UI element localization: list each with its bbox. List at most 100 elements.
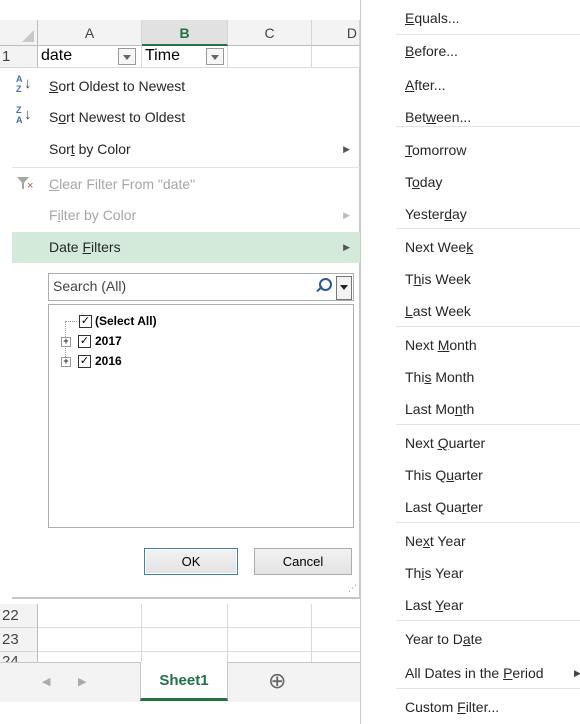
date-filter-last-week[interactable]: Last Week [392, 295, 580, 327]
cell-b1[interactable]: Time [142, 46, 228, 68]
select-all-corner[interactable] [0, 20, 38, 46]
search-input[interactable]: Search (All) [53, 278, 126, 294]
sort-descending-icon: Z A ↓ [16, 105, 32, 125]
date-filter-next-month[interactable]: Next Month [392, 329, 580, 361]
menu-separator [396, 228, 580, 229]
menu-separator [396, 34, 580, 35]
search-icon[interactable] [315, 278, 332, 294]
date-filter-label: Last Month [405, 401, 475, 417]
date-filter-between[interactable]: Between... [392, 101, 580, 133]
date-filter-label: This Year [405, 565, 464, 581]
column-header-a[interactable]: A [38, 20, 142, 46]
date-filter-last-month[interactable]: Last Month [392, 393, 580, 425]
date-filter-year-to-date[interactable]: Year to Date [392, 623, 580, 655]
cell-d1[interactable] [312, 46, 360, 68]
date-filter-this-week[interactable]: This Week [392, 263, 580, 295]
menu-separator [396, 688, 580, 689]
column-header-b[interactable]: B [142, 20, 228, 46]
date-filter-this-quarter[interactable]: This Quarter [392, 459, 580, 491]
ok-button[interactable]: OK [144, 548, 238, 575]
date-filter-this-year[interactable]: This Year [392, 557, 580, 589]
date-filter-all-dates-in-period[interactable]: All Dates in the Period ▶ [392, 657, 580, 689]
date-filter-custom-filter[interactable]: Custom Filter... [392, 691, 580, 723]
sort-by-color[interactable]: Sort by Color ▶ [12, 134, 360, 165]
date-filter-label: This Quarter [405, 467, 483, 483]
row-header-22[interactable]: 22 [0, 604, 38, 628]
submenu-items: Equals... Before... After... Between... Tomo… [392, 0, 580, 724]
tree-item-label: (Select All) [95, 314, 157, 328]
checkbox-checked-icon[interactable]: ✓ [78, 335, 91, 348]
autofilter-menu: A Z ↓ Sort Oldest to Newest Z A ↓ Sort N… [12, 68, 360, 598]
date-filter-label: Last Week [405, 303, 471, 319]
date-filter-yesterday[interactable]: Yesterday [392, 198, 580, 230]
date-filter-equals[interactable]: Equals... [392, 2, 580, 34]
date-filter-after[interactable]: After... [392, 69, 580, 101]
date-filter-label: Next Month [405, 337, 477, 353]
submenu-arrow-icon: ▶ [574, 668, 580, 678]
filter-values-tree: ✓ (Select All) + ✓ 2017 + ✓ 2016 [48, 304, 354, 528]
sort-ascending-icon: A Z ↓ [16, 74, 32, 94]
sort-newest-to-oldest-label: Sort Newest to Oldest [49, 109, 186, 125]
date-filters-label: Date Filters [49, 239, 121, 255]
date-filter-tomorrow[interactable]: Tomorrow [392, 134, 580, 166]
sort-oldest-to-newest[interactable]: A Z ↓ Sort Oldest to Newest [12, 71, 360, 102]
clear-filter[interactable]: × Clear Filter From "date" [12, 169, 360, 200]
date-filter-this-month[interactable]: This Month [392, 361, 580, 393]
menu-separator [396, 424, 580, 425]
date-filter-next-week[interactable]: Next Week [392, 231, 580, 263]
submenu-border [360, 0, 361, 724]
tree-item-label: 2017 [95, 334, 122, 348]
add-sheet-icon[interactable]: ⊕ [268, 669, 286, 693]
date-filter-label: Last Quarter [405, 499, 483, 515]
cell-a1[interactable]: date [38, 46, 142, 68]
clear-filter-icon: × [17, 177, 35, 193]
sheet-tab-sheet1[interactable]: Sheet1 [140, 662, 228, 701]
scroll-left-icon[interactable]: ◀ [42, 675, 50, 688]
sort-by-color-label: Sort by Color [49, 141, 131, 157]
date-filter-last-year[interactable]: Last Year [392, 589, 580, 621]
grid-cells-bottom[interactable] [38, 604, 360, 662]
date-filter-next-year[interactable]: Next Year [392, 525, 580, 557]
checkbox-checked-icon[interactable]: ✓ [79, 315, 92, 328]
date-filter-label: Next Year [405, 533, 466, 549]
tree-item-label: 2016 [95, 354, 122, 368]
date-filter-today[interactable]: Today [392, 166, 580, 198]
dropdown-arrow-icon [123, 55, 131, 60]
cell-a1-value: date [41, 47, 73, 64]
filter-by-color-label: Filter by Color [49, 207, 137, 223]
menu-separator [396, 326, 580, 327]
search-dropdown-button[interactable] [336, 276, 352, 300]
date-filter-before[interactable]: Before... [392, 35, 580, 67]
date-filters[interactable]: Date Filters ▶ [12, 232, 360, 263]
dropdown-arrow-icon [340, 285, 348, 290]
sheet-tab-bar: ◀ ▶ Sheet1 ⊕ [0, 662, 360, 702]
date-filter-label: This Week [405, 271, 471, 287]
filter-dropdown-button-a[interactable] [118, 48, 136, 65]
scroll-right-icon[interactable]: ▶ [78, 675, 86, 688]
column-header-c[interactable]: C [228, 20, 312, 46]
filter-by-color[interactable]: Filter by Color ▶ [12, 200, 360, 231]
tree-connector-line [65, 321, 77, 323]
cell-c1[interactable] [228, 46, 312, 68]
date-filter-next-quarter[interactable]: Next Quarter [392, 427, 580, 459]
submenu-arrow-icon: ▶ [343, 144, 350, 154]
expand-plus-icon[interactable]: + [61, 337, 71, 347]
search-box[interactable]: Search (All) [48, 273, 354, 301]
date-filter-label: Last Year [405, 597, 464, 613]
corner-triangle-icon [22, 30, 34, 42]
date-filter-label: All Dates in the Period [405, 665, 544, 681]
column-header-d[interactable]: D [312, 20, 360, 46]
cancel-button[interactable]: Cancel [254, 548, 352, 575]
row-header-1[interactable]: 1 [0, 46, 38, 68]
sort-newest-to-oldest[interactable]: Z A ↓ Sort Newest to Oldest [12, 102, 360, 133]
row-header-23[interactable]: 23 [0, 628, 38, 652]
date-filter-label: Next Week [405, 239, 474, 255]
filter-dropdown-button-b[interactable] [206, 48, 224, 65]
resize-grip-icon[interactable]: ⋰ [348, 584, 357, 593]
date-filter-last-quarter[interactable]: Last Quarter [392, 491, 580, 523]
expand-plus-icon[interactable]: + [61, 357, 71, 367]
dropdown-arrow-icon [211, 55, 219, 60]
date-filter-label: Between... [405, 109, 472, 125]
checkbox-checked-icon[interactable]: ✓ [78, 355, 91, 368]
date-filter-label: Year to Date [405, 631, 483, 647]
